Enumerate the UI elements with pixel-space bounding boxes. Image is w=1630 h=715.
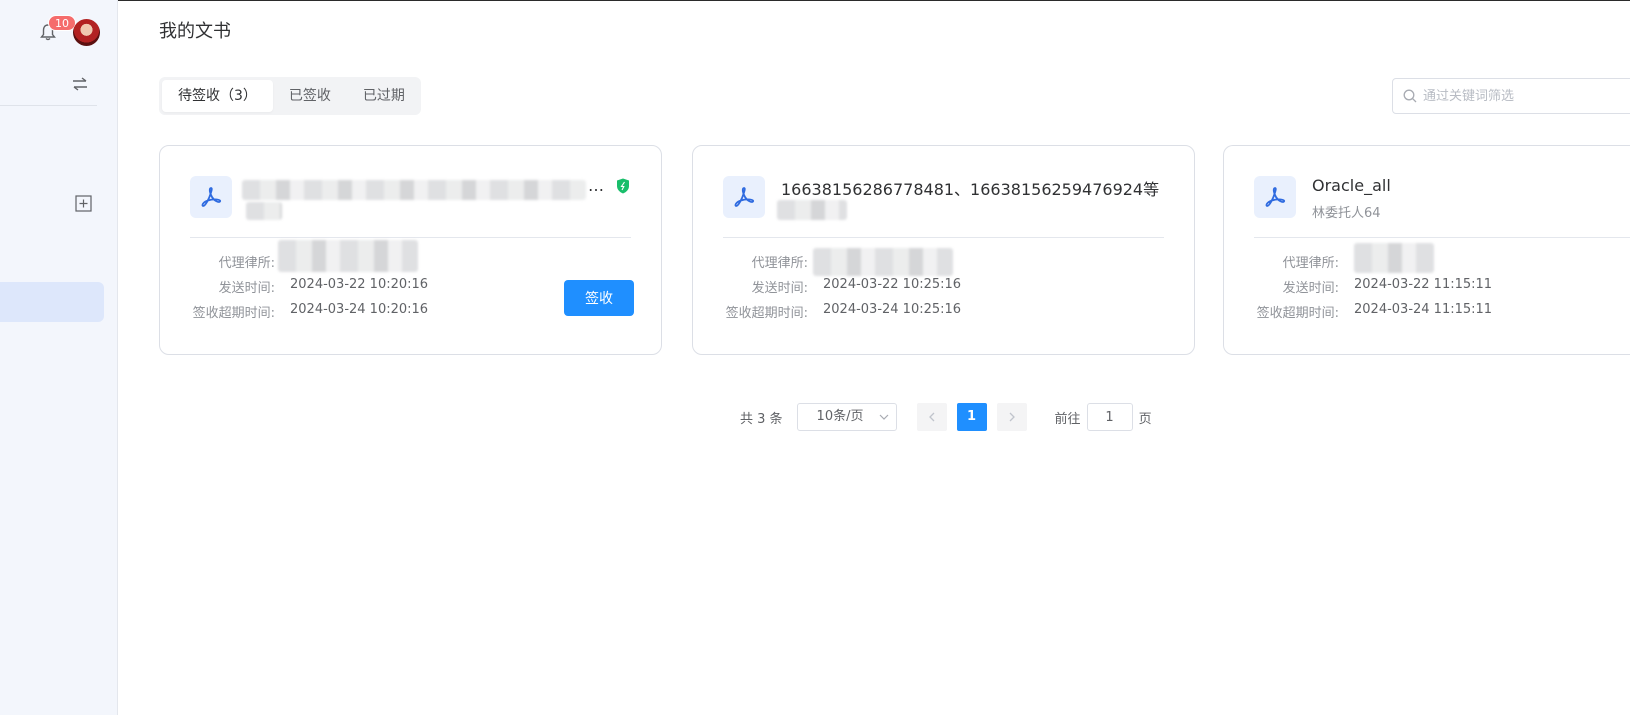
page-title: 我的文书	[159, 21, 231, 42]
page-number-current[interactable]: 1	[956, 403, 987, 431]
chevron-left-icon	[928, 412, 935, 422]
search-icon	[1403, 89, 1417, 103]
chevron-right-icon	[1009, 412, 1015, 422]
field-label: 签收超期时间:	[192, 306, 275, 321]
field-label: 发送时间:	[751, 281, 808, 296]
next-page-button[interactable]	[996, 403, 1027, 431]
sidebar-item-active[interactable]	[0, 282, 104, 322]
sign-button[interactable]: 签收	[564, 280, 634, 316]
redacted-law-firm	[813, 248, 953, 276]
card-divider	[723, 237, 1164, 238]
pagination-total: 共 3 条	[740, 411, 783, 427]
document-card[interactable]: … 代理律所: 发送时间: 2024-03-22 10:20:16 签收超期时间…	[159, 145, 662, 355]
search-box[interactable]	[1392, 78, 1630, 114]
card-subtitle: 林委托人64	[1312, 206, 1381, 221]
pdf-icon	[190, 176, 232, 218]
collapse-toggle-icon[interactable]	[70, 75, 90, 93]
field-value: 2024-03-22 10:25:16	[823, 277, 962, 292]
redacted-law-firm	[278, 240, 418, 272]
goto-page-input[interactable]	[1086, 403, 1133, 431]
sidebar-divider	[0, 105, 97, 106]
search-input[interactable]	[1423, 79, 1630, 113]
page-size-value: 10条/页	[816, 409, 864, 424]
plus-square-icon[interactable]	[75, 195, 92, 212]
goto-suffix: 页	[1138, 411, 1152, 427]
field-value: 2024-03-24 10:25:16	[823, 302, 962, 317]
redacted-subtitle	[777, 200, 847, 220]
status-tabs: 待签收（3） 已签收 已过期	[159, 77, 421, 115]
card-divider	[190, 237, 631, 238]
card-divider	[1254, 237, 1630, 238]
tab-pending[interactable]: 待签收（3）	[162, 80, 273, 112]
field-label: 代理律所:	[751, 256, 808, 271]
field-label: 代理律所:	[1282, 256, 1339, 271]
top-border	[0, 0, 1630, 1]
field-label: 发送时间:	[1282, 281, 1339, 296]
pdf-icon	[1254, 176, 1296, 218]
notification-badge: 10	[48, 15, 76, 31]
document-card[interactable]: Oracle_all 林委托人64 代理律所: 发送时间: 2024-03-22…	[1223, 145, 1630, 355]
goto-label: 前往	[1054, 411, 1081, 427]
sidebar: 10	[0, 0, 118, 715]
field-value: 2024-03-24 11:15:11	[1354, 302, 1493, 317]
tab-expired[interactable]: 已过期	[347, 80, 421, 112]
redacted-law-firm	[1354, 243, 1434, 273]
pagination: 共 3 条 10条/页 1 前往 页	[740, 403, 1152, 431]
prev-page-button[interactable]	[916, 403, 947, 431]
shield-check-icon	[617, 178, 629, 194]
field-value: 2024-03-22 11:15:11	[1354, 277, 1493, 292]
redacted-subtitle	[246, 202, 282, 220]
field-value: 2024-03-22 10:20:16	[290, 277, 429, 292]
field-value: 2024-03-24 10:20:16	[290, 302, 429, 317]
document-card[interactable]: 16638156286778481、16638156259476924等 代理律…	[692, 145, 1195, 355]
card-title: Oracle_all	[1312, 176, 1391, 195]
field-label: 签收超期时间:	[725, 306, 808, 321]
card-title: 16638156286778481、16638156259476924等	[781, 180, 1160, 199]
card-title: …	[588, 176, 604, 195]
redacted-title	[242, 180, 586, 200]
field-label: 发送时间:	[218, 281, 275, 296]
chevron-down-icon	[879, 414, 888, 420]
tab-signed[interactable]: 已签收	[273, 80, 347, 112]
user-avatar[interactable]	[73, 19, 100, 46]
page-size-select[interactable]: 10条/页	[796, 403, 897, 431]
field-label: 代理律所:	[218, 256, 275, 271]
field-label: 签收超期时间:	[1256, 306, 1339, 321]
pdf-icon	[723, 176, 765, 218]
